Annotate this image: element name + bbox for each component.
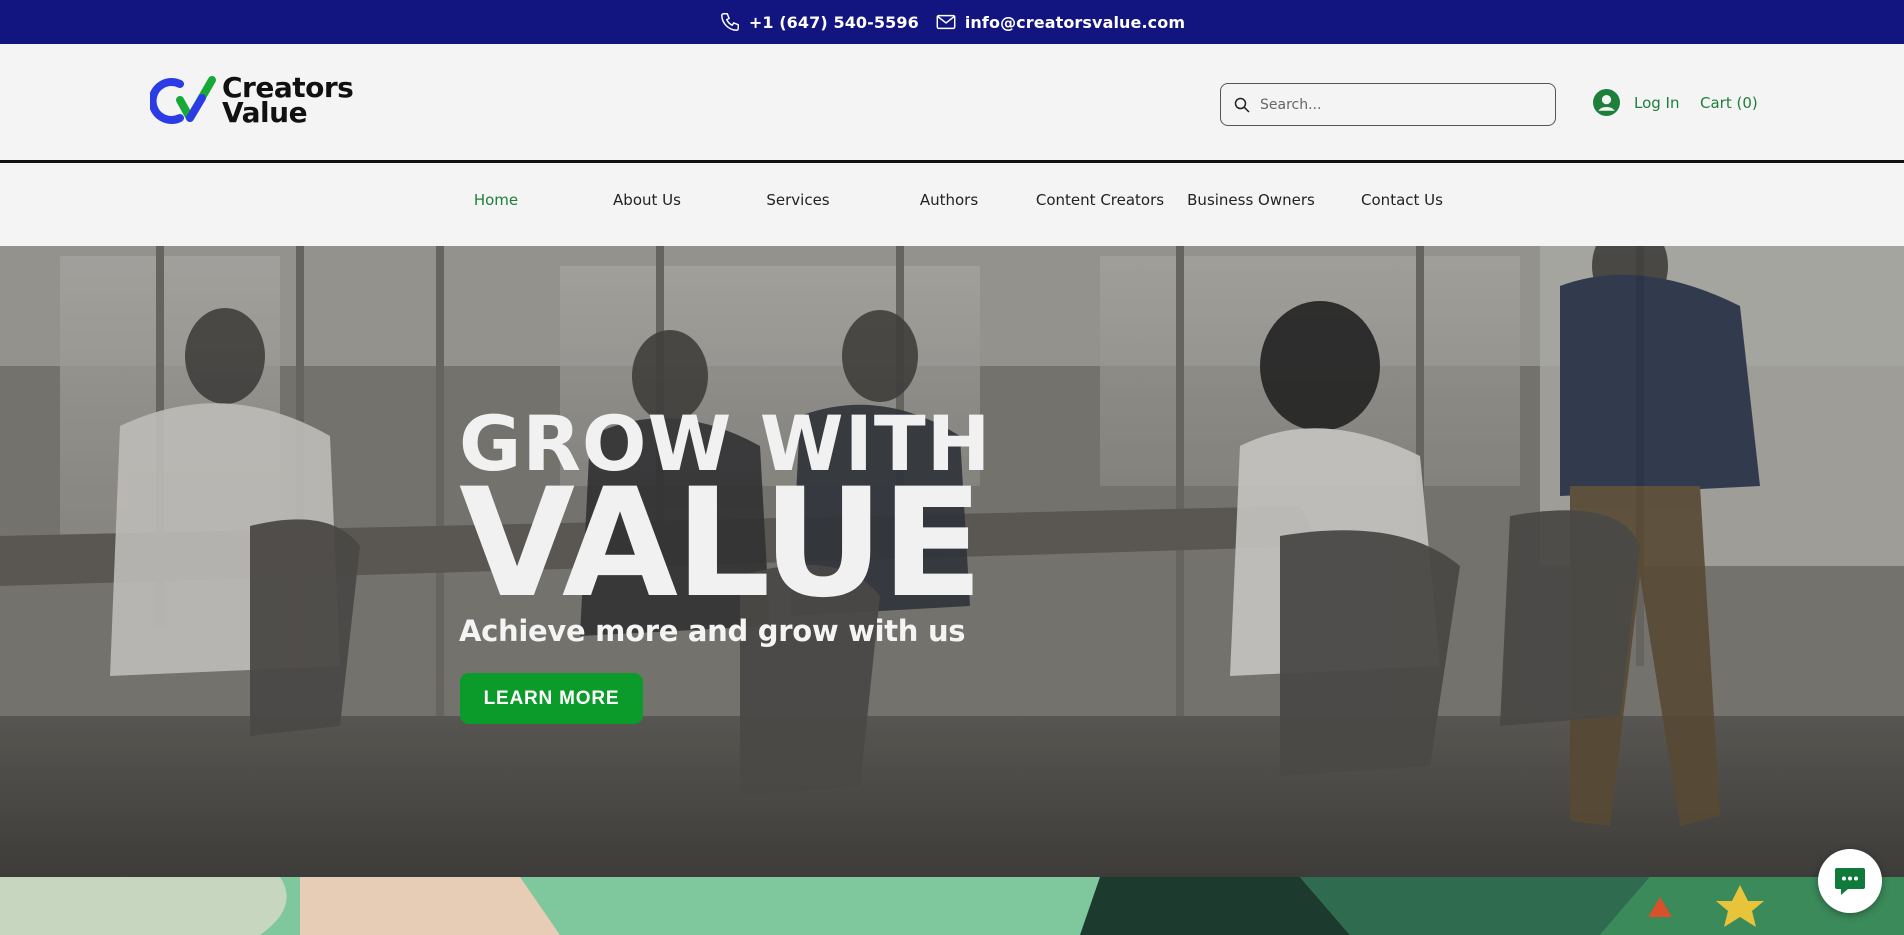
next-section-image xyxy=(0,877,1904,935)
search-icon xyxy=(1234,97,1250,113)
chat-icon xyxy=(1835,868,1865,895)
mail-icon xyxy=(936,14,956,30)
email-address: info@creatorsvalue.com xyxy=(964,12,1186,32)
email-contact[interactable]: info@creatorsvalue.com xyxy=(935,11,1185,33)
top-contact-bar: +1 (647) 540-5596 info@creatorsvalue.com xyxy=(0,0,1904,44)
main-nav: Home About Us Services Authors Content C… xyxy=(0,163,1904,246)
nav-item-content-creators[interactable]: Content Creators xyxy=(1025,191,1175,209)
cart-link[interactable]: Cart (0) xyxy=(1700,94,1758,112)
phone-number: +1 (647) 540-5596 xyxy=(748,12,919,32)
site-header: Creators Value Log In Cart (0) xyxy=(0,44,1904,160)
logo-text: Creators Value xyxy=(222,74,354,127)
user-avatar-icon xyxy=(1593,89,1620,116)
nav-item-contact-us[interactable]: Contact Us xyxy=(1327,191,1477,209)
search-input[interactable] xyxy=(1260,96,1540,113)
login-button[interactable]: Log In xyxy=(1593,89,1680,116)
phone-icon xyxy=(720,13,739,31)
login-label: Log In xyxy=(1634,93,1680,112)
hero-section: GROW WITH VALUE Achieve more and grow wi… xyxy=(0,246,1904,877)
next-section-preview xyxy=(0,877,1904,935)
learn-more-button[interactable]: LEARN MORE xyxy=(460,673,643,724)
nav-item-business-owners[interactable]: Business Owners xyxy=(1176,191,1326,209)
nav-item-about-us[interactable]: About Us xyxy=(572,191,722,209)
nav-item-home[interactable]: Home xyxy=(421,191,571,209)
hero-headline: GROW WITH VALUE xyxy=(459,406,991,631)
search-box[interactable] xyxy=(1220,83,1556,126)
nav-item-authors[interactable]: Authors xyxy=(874,191,1024,209)
phone-contact[interactable]: +1 (647) 540-5596 xyxy=(719,11,919,33)
hero-headline-main: VALUE xyxy=(459,457,984,631)
hero-subtitle: Achieve more and grow with us xyxy=(459,614,966,648)
chat-widget-button[interactable] xyxy=(1818,849,1882,913)
logo-mark-icon xyxy=(150,76,216,124)
nav-item-services[interactable]: Services xyxy=(723,191,873,209)
site-logo[interactable]: Creators Value xyxy=(150,74,354,127)
